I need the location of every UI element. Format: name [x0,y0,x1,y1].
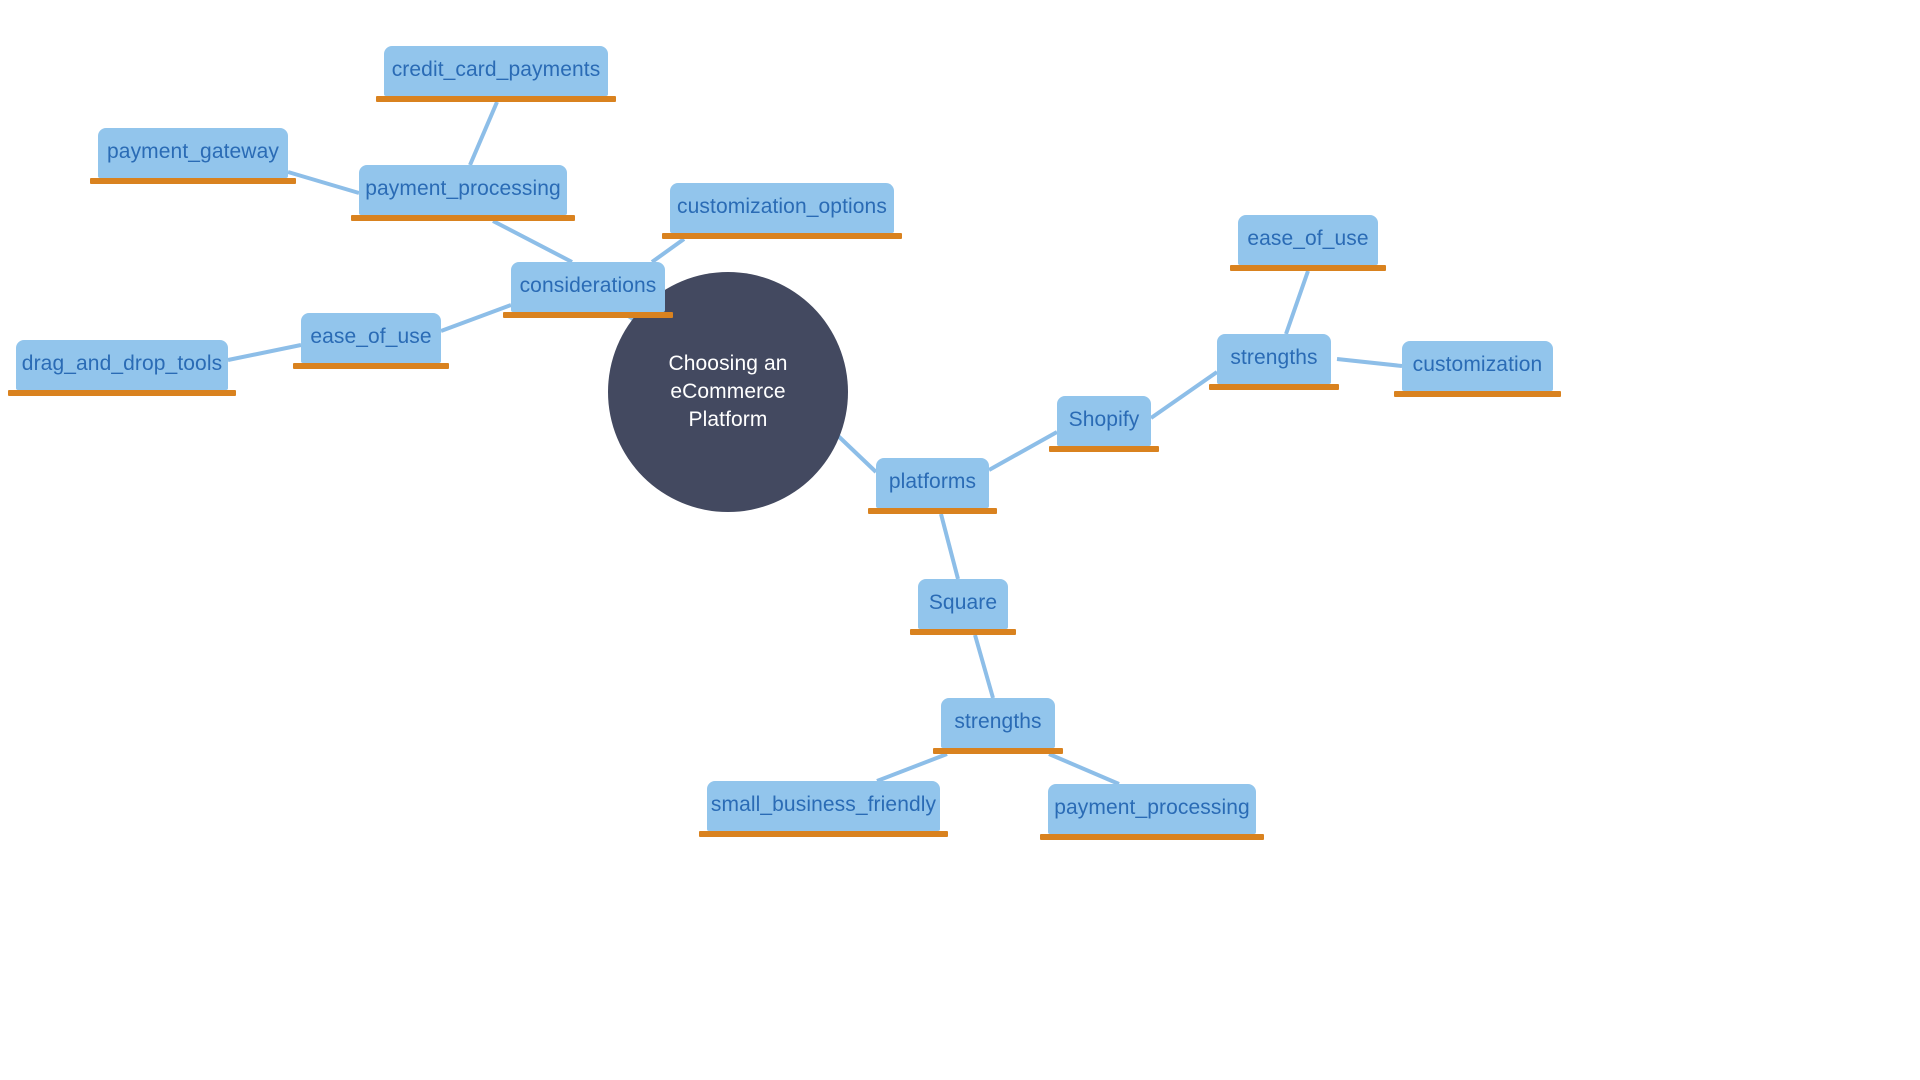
node-accent-bar-payment_processing_a [351,215,575,221]
node-label-drag_and_drop_tools: drag_and_drop_tools [21,351,223,375]
node-ease_of_use_right[interactable]: ease_of_use [1230,215,1386,271]
node-accent-bar-payment_gateway [90,178,296,184]
node-label-platforms: platforms [888,469,977,493]
node-label-square: Square [928,590,998,614]
node-accent-bar-shopify [1049,446,1159,452]
node-label-shopify: Shopify [1068,407,1140,431]
node-strengths_square[interactable]: strengths [933,698,1063,754]
node-payment_processing_b[interactable]: payment_processing [1040,784,1264,840]
node-customization[interactable]: customization [1394,341,1561,397]
node-label-payment_gateway: payment_gateway [107,139,279,163]
node-accent-bar-drag_and_drop_tools [8,390,236,396]
node-drag_and_drop_tools[interactable]: drag_and_drop_tools [8,340,236,396]
node-label-payment_processing_b: payment_processing [1054,795,1250,819]
node-accent-bar-customization_options [662,233,902,239]
node-label-ease_of_use_right: ease_of_use [1247,226,1369,250]
root-node-label: Choosing an eCommerce Platform [668,352,788,431]
node-accent-bar-strengths_square [933,748,1063,754]
node-accent-bar-platforms [868,508,997,514]
node-platforms[interactable]: platforms [868,458,997,514]
node-accent-bar-considerations [503,312,673,318]
node-shopify[interactable]: Shopify [1049,396,1159,452]
node-accent-bar-credit_card_payments [376,96,616,102]
node-label-small_business_friendly: small_business_friendly [710,792,937,816]
node-label-strengths_square: strengths [954,709,1042,733]
node-label-credit_card_payments: credit_card_payments [391,57,601,81]
node-label-customization_options: customization_options [677,194,887,218]
node-accent-bar-ease_of_use_left [293,363,449,369]
node-small_business_friendly[interactable]: small_business_friendly [699,781,948,837]
mindmap-canvas: Choosing an eCommerce Platform credit_ca… [0,0,1920,1080]
node-accent-bar-square [910,629,1016,635]
node-accent-bar-payment_processing_b [1040,834,1264,840]
node-credit_card_payments[interactable]: credit_card_payments [376,46,616,102]
node-accent-bar-small_business_friendly [699,831,948,837]
node-accent-bar-ease_of_use_right [1230,265,1386,271]
node-label-ease_of_use_left: ease_of_use [310,324,432,348]
node-accent-bar-strengths_shopify [1209,384,1339,390]
node-considerations[interactable]: considerations [503,262,673,318]
node-payment_processing_a[interactable]: payment_processing [351,165,575,221]
node-label-payment_processing_a: payment_processing [365,176,561,200]
node-ease_of_use_left[interactable]: ease_of_use [293,313,449,369]
node-label-strengths_shopify: strengths [1230,345,1318,369]
node-accent-bar-customization [1394,391,1561,397]
node-label-considerations: considerations [519,273,657,297]
node-payment_gateway[interactable]: payment_gateway [90,128,296,184]
node-square[interactable]: Square [910,579,1016,635]
node-customization_options[interactable]: customization_options [662,183,902,239]
node-label-customization: customization [1412,352,1543,376]
node-strengths_shopify[interactable]: strengths [1209,334,1339,390]
node-layer: Choosing an eCommerce Platform credit_ca… [0,0,1920,1080]
